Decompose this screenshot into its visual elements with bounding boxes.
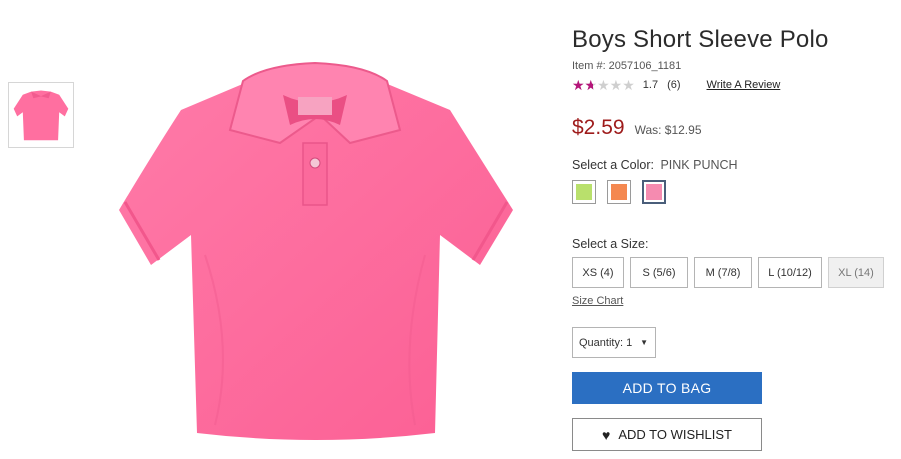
heart-icon: ♥ — [602, 426, 611, 443]
size-option[interactable]: L (10/12) — [758, 257, 822, 288]
color-label-text: Select a Color: — [572, 158, 654, 172]
write-review-link[interactable]: Write A Review — [707, 79, 781, 91]
color-swatch[interactable] — [642, 180, 666, 204]
size-option[interactable]: XS (4) — [572, 257, 624, 288]
color-swatch-fill — [611, 184, 627, 200]
selected-color-name: PINK PUNCH — [660, 158, 738, 172]
quantity-select[interactable]: Quantity: 1 ▼ — [572, 327, 656, 358]
color-swatch[interactable] — [572, 180, 596, 204]
product-main-image — [119, 61, 513, 440]
add-to-wishlist-button[interactable]: ♥ ADD TO WISHLIST — [572, 418, 762, 451]
quantity-value: Quantity: 1 — [579, 336, 633, 349]
size-option[interactable]: M (7/8) — [694, 257, 752, 288]
size-option[interactable]: XL (14) — [828, 257, 884, 288]
thumbnail-shirt-image — [13, 90, 69, 141]
size-label: Select a Size: — [572, 237, 649, 251]
rating-count: (6) — [667, 79, 681, 91]
color-swatch[interactable] — [607, 180, 631, 204]
product-thumbnail[interactable] — [8, 82, 74, 148]
color-label: Select a Color: PINK PUNCH — [572, 158, 738, 172]
color-swatch-fill — [646, 184, 662, 200]
dropdown-caret-icon: ▼ — [640, 338, 648, 347]
size-option[interactable]: S (5/6) — [630, 257, 688, 288]
sale-price: $2.59 — [572, 116, 625, 139]
rating-value: 1.7 — [642, 79, 659, 91]
size-chart-link[interactable]: Size Chart — [572, 295, 623, 307]
product-title: Boys Short Sleeve Polo — [572, 26, 829, 53]
add-to-bag-button[interactable]: ADD TO BAG — [572, 372, 762, 404]
color-swatch-fill — [576, 184, 592, 200]
add-to-wishlist-label: ADD TO WISHLIST — [618, 427, 732, 442]
price-row: $2.59 Was: $12.95 — [572, 116, 702, 140]
star-rating: ★★★★★ ★★★★★ — [572, 78, 635, 92]
rating-row: ★★★★★ ★★★★★ 1.7 (6) Write A Review — [572, 77, 780, 93]
item-number: Item #: 2057106_1181 — [572, 60, 682, 72]
star-icon-filled: ★★★★★ — [572, 78, 594, 92]
size-options: XS (4) S (5/6) M (7/8) L (10/12) XL (14) — [572, 257, 890, 288]
color-swatches — [572, 180, 677, 204]
was-price: Was: $12.95 — [634, 123, 702, 137]
